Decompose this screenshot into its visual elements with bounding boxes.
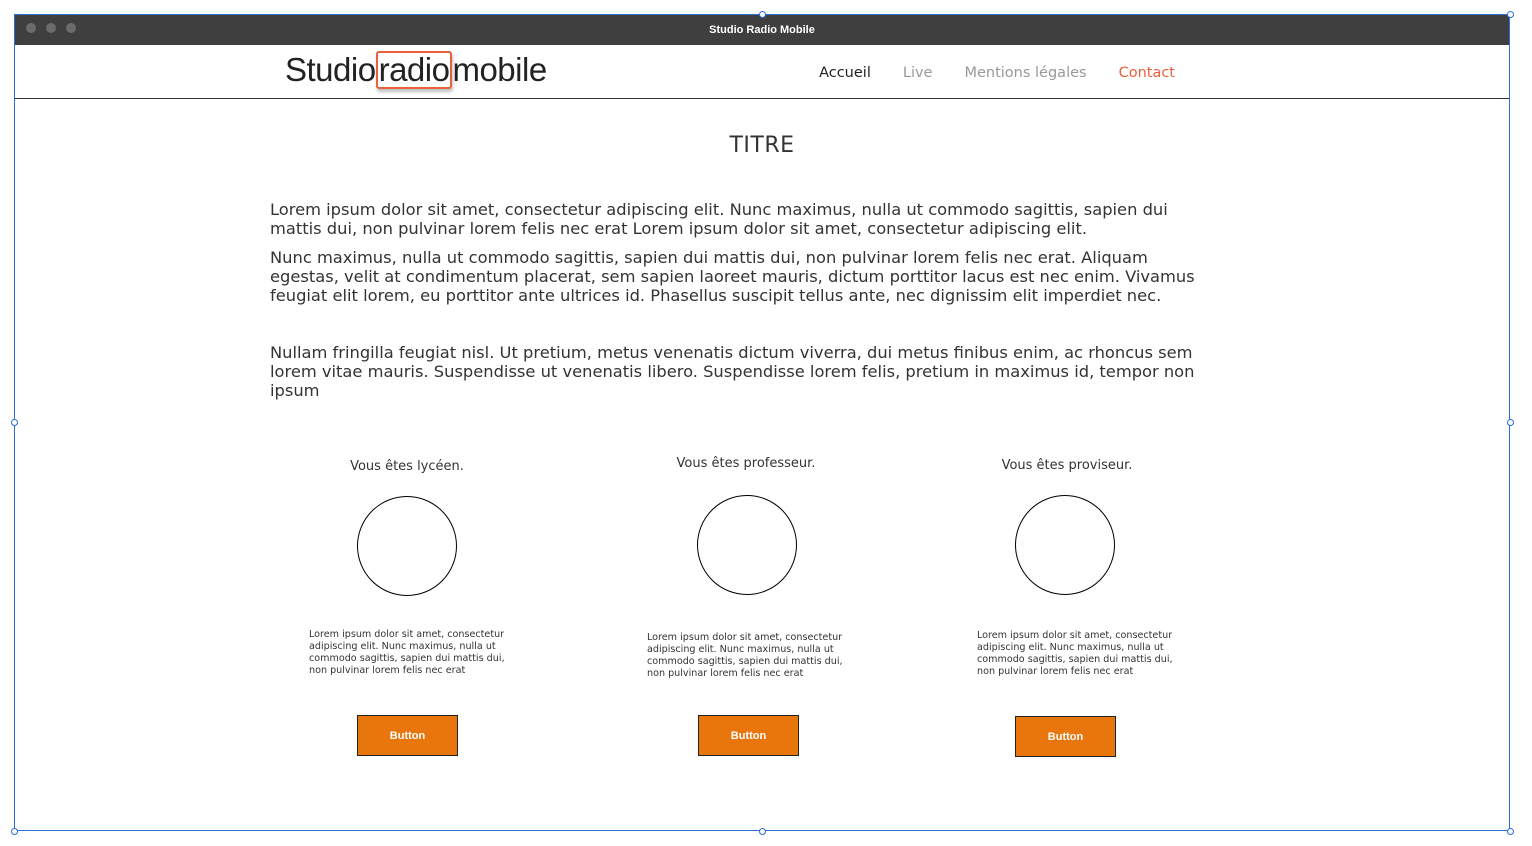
window-controls: [26, 23, 76, 33]
intro-paragraph: Lorem ipsum dolor sit amet, consectetur …: [270, 200, 1168, 238]
card-image-placeholder: [357, 496, 457, 596]
resize-handle-bottom[interactable]: [759, 828, 766, 835]
maximize-window-dot-icon[interactable]: [66, 23, 76, 33]
nav-item-mentions-legales[interactable]: Mentions légales: [964, 65, 1086, 81]
card-description: Lorem ipsum dolor sit amet, consectetur …: [309, 629, 505, 676]
resize-handle-bottom-left[interactable]: [11, 828, 18, 835]
intro-content: Lorem ipsum dolor sit amet, consectetur …: [270, 200, 1220, 410]
app-window: Studio Radio Mobile Studioradiomobile Ac…: [15, 15, 1509, 830]
nav-item-live[interactable]: Live: [903, 65, 933, 81]
nav-item-accueil[interactable]: Accueil: [819, 65, 871, 81]
resize-handle-left[interactable]: [11, 419, 18, 426]
card-image-placeholder: [697, 495, 797, 595]
resize-handle-top-right[interactable]: [1507, 11, 1514, 18]
logo-text-mobile: mobile: [452, 51, 547, 88]
card-role-label: Vous êtes lycéen.: [350, 459, 464, 474]
close-window-dot-icon[interactable]: [26, 23, 36, 33]
window-title: Studio Radio Mobile: [709, 24, 815, 36]
card-button-proviseur[interactable]: Button: [1015, 716, 1116, 757]
audience-card-lyceen: Vous êtes lycéen.: [277, 459, 537, 474]
logo-text-studio: Studio: [285, 51, 376, 88]
intro-paragraph: Nullam fringilla feugiat nisl. Ut pretiu…: [270, 343, 1195, 400]
minimize-window-dot-icon[interactable]: [46, 23, 56, 33]
intro-paragraph: Nunc maximus, nulla ut commodo sagittis,…: [270, 248, 1195, 305]
resize-handle-bottom-right[interactable]: [1507, 828, 1514, 835]
audience-card-proviseur: Vous êtes proviseur.: [937, 458, 1197, 473]
resize-handle-right[interactable]: [1507, 419, 1514, 426]
audience-card-professeur: Vous êtes professeur.: [616, 456, 876, 471]
window-titlebar[interactable]: Studio Radio Mobile: [15, 15, 1509, 45]
page-title: TITRE: [729, 133, 795, 158]
resize-handle-top[interactable]: [759, 11, 766, 18]
site-logo[interactable]: Studioradiomobile: [285, 51, 547, 89]
main-nav: Accueil Live Mentions légales Contact: [819, 65, 1175, 81]
card-description: Lorem ipsum dolor sit amet, consectetur …: [647, 632, 843, 679]
card-button-lyceen[interactable]: Button: [357, 715, 458, 756]
card-role-label: Vous êtes proviseur.: [1001, 458, 1133, 473]
logo-text-radio: radio: [375, 51, 453, 89]
nav-item-contact[interactable]: Contact: [1119, 65, 1175, 81]
card-image-placeholder: [1015, 495, 1115, 595]
site-header: Studioradiomobile Accueil Live Mentions …: [15, 45, 1509, 99]
card-description: Lorem ipsum dolor sit amet, consectetur …: [977, 630, 1173, 677]
card-role-label: Vous êtes professeur.: [676, 456, 816, 471]
card-button-professeur[interactable]: Button: [698, 715, 799, 756]
